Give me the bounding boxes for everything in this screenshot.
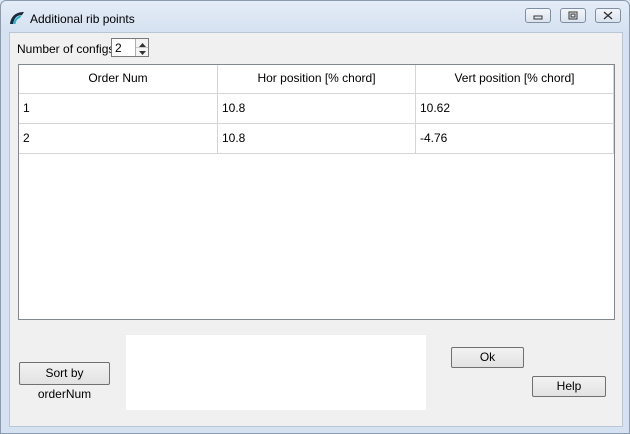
column-header-hor-position[interactable]: Hor position [% chord] (218, 65, 416, 94)
spin-arrows (135, 39, 148, 56)
ok-button[interactable]: Ok (451, 347, 524, 368)
info-panel (126, 335, 426, 410)
sort-by-order-button[interactable]: Sort by orderNum (19, 362, 110, 401)
dialog-client-area: Number of configs 2 Order Num Hor positi… (9, 32, 623, 427)
rib-points-table[interactable]: Order Num Hor position [% chord] Vert po… (18, 64, 615, 320)
maximize-button[interactable] (560, 8, 586, 23)
table-cell[interactable]: 1 (19, 94, 218, 124)
table-cell[interactable]: -4.76 (416, 124, 614, 154)
configs-value[interactable]: 2 (115, 41, 122, 55)
chevron-down-icon (138, 44, 146, 58)
configs-spinbox[interactable]: 2 (111, 38, 149, 57)
table-cell[interactable]: 10.8 (218, 124, 416, 154)
table-cell[interactable]: 10.8 (218, 94, 416, 124)
column-header-vert-position[interactable]: Vert position [% chord] (416, 65, 614, 94)
column-header-order[interactable]: Order Num (19, 65, 218, 94)
close-icon (603, 11, 613, 20)
dialog-window: Additional rib points Number of configs … (0, 0, 630, 434)
help-button[interactable]: Help (532, 376, 606, 397)
table-cell[interactable]: 10.62 (416, 94, 614, 124)
close-button[interactable] (595, 8, 621, 23)
table-cell[interactable]: 2 (19, 124, 218, 154)
title-bar[interactable]: Additional rib points (1, 1, 629, 33)
app-icon (9, 10, 25, 26)
maximize-icon (568, 11, 578, 20)
minimize-button[interactable] (525, 8, 551, 23)
minimize-icon (533, 12, 543, 20)
configs-label: Number of configs (17, 42, 115, 56)
spin-down-button[interactable] (136, 47, 148, 55)
window-title: Additional rib points (30, 12, 135, 26)
